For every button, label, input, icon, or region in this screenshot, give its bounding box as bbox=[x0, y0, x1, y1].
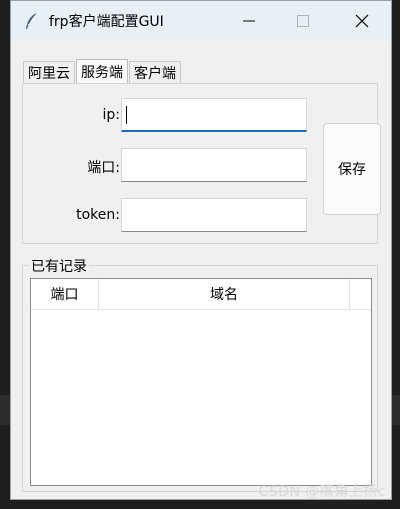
token-label: token: bbox=[76, 207, 120, 223]
server-tab-panel: ip: 端口: token: 保存 bbox=[22, 83, 381, 244]
maximize-button[interactable] bbox=[280, 1, 326, 41]
save-button[interactable]: 保存 bbox=[323, 123, 381, 215]
column-header-port[interactable]: 端口 bbox=[31, 279, 99, 309]
maximize-icon bbox=[297, 15, 309, 27]
watermark: CSDN @嘴角上扬c bbox=[258, 484, 386, 500]
window-title: frp客户端配置GUI bbox=[49, 14, 164, 30]
feather-icon bbox=[21, 10, 43, 32]
records-table[interactable]: 端口 域名 bbox=[30, 278, 372, 486]
port-input[interactable] bbox=[121, 148, 307, 182]
column-header-filler bbox=[350, 279, 371, 309]
tab-bar: 阿里云 服务端 客户端 bbox=[23, 59, 182, 83]
title-bar: frp客户端配置GUI bbox=[11, 1, 391, 41]
records-group-title: 已有记录 bbox=[29, 256, 89, 276]
ip-input[interactable] bbox=[121, 98, 307, 132]
column-header-domain[interactable]: 域名 bbox=[99, 279, 350, 309]
ip-row: ip: bbox=[23, 98, 323, 134]
tab-aliyun[interactable]: 阿里云 bbox=[23, 61, 75, 83]
ip-label: ip: bbox=[102, 107, 121, 123]
text-caret bbox=[126, 106, 127, 124]
close-button[interactable] bbox=[339, 1, 385, 41]
tab-server[interactable]: 服务端 bbox=[76, 59, 128, 83]
token-input[interactable] bbox=[121, 198, 307, 232]
tab-client[interactable]: 客户端 bbox=[129, 61, 181, 83]
port-label: 端口: bbox=[87, 160, 120, 176]
records-table-header: 端口 域名 bbox=[31, 279, 371, 310]
minimize-button[interactable] bbox=[226, 1, 272, 41]
port-row: 端口: bbox=[23, 148, 323, 184]
token-row: token: bbox=[23, 198, 323, 234]
minimize-icon bbox=[243, 20, 255, 22]
close-icon bbox=[355, 14, 369, 28]
app-window: frp客户端配置GUI 阿里云 服务端 客户端 ip: 端口: token: 保… bbox=[10, 0, 392, 500]
